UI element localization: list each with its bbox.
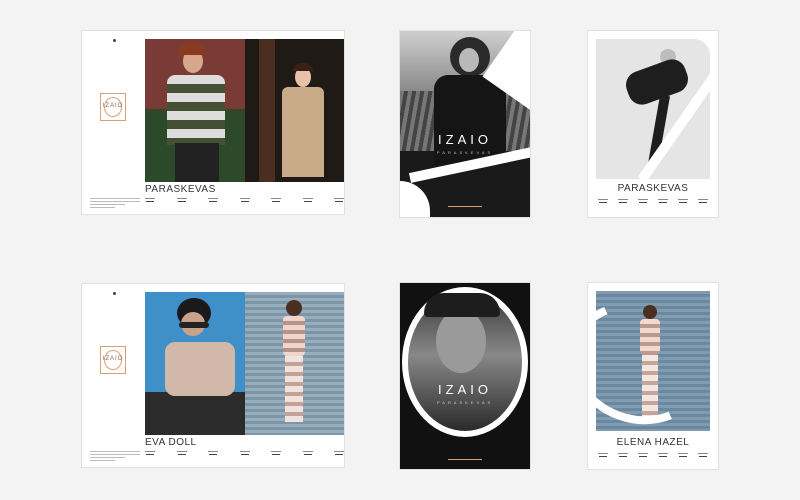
model-name: PARASKEVAS [617, 183, 689, 194]
comp-card-eva-doll-landscape[interactable]: IZAIO EVA DOLL [82, 284, 344, 467]
agency-address [90, 451, 140, 463]
photo-pair [145, 39, 344, 182]
photo-striped-sweater [145, 39, 245, 182]
measurements-row [145, 198, 344, 202]
photo-trench-coat [244, 39, 344, 182]
cover-sub: PARASKEVAS [436, 150, 494, 155]
model-name: EVA DOLL [145, 437, 197, 448]
comp-card-paraskevas-landscape[interactable]: IZAIO PARASKEVAS [82, 31, 344, 214]
measurements-row [145, 451, 344, 455]
cover-logo: IZAIO [438, 132, 492, 147]
card-dot [113, 292, 116, 295]
cover-sub: PARASKEVAS [436, 400, 494, 405]
logo-text: IZAIO [102, 356, 124, 362]
logo-text: IZAIO [102, 103, 124, 109]
model-face [459, 48, 479, 72]
model-name: ELENA HAZEL [616, 437, 690, 448]
photo-pool [145, 292, 245, 435]
cover-card-eva-doll[interactable]: IZAIO PARASKEVAS [400, 283, 530, 469]
card-dot [113, 39, 116, 42]
cover-card-paraskevas[interactable]: IZAIO PARASKEVAS [400, 31, 530, 217]
photo-pair [145, 292, 344, 435]
izaio-logo: IZAIO [100, 93, 126, 121]
izaio-logo: IZAIO [100, 346, 126, 374]
comp-card-paraskevas-portrait[interactable]: PARASKEVAS [588, 31, 718, 217]
model-name: PARASKEVAS [145, 184, 216, 195]
comp-card-elena-hazel-portrait[interactable]: ELENA HAZEL [588, 283, 718, 469]
photo-shutter [244, 292, 344, 435]
measurements-row [598, 199, 708, 203]
model-face [436, 309, 486, 373]
measurements-row [598, 453, 708, 457]
agency-address [90, 198, 140, 210]
cover-logo: IZAIO [438, 382, 492, 397]
